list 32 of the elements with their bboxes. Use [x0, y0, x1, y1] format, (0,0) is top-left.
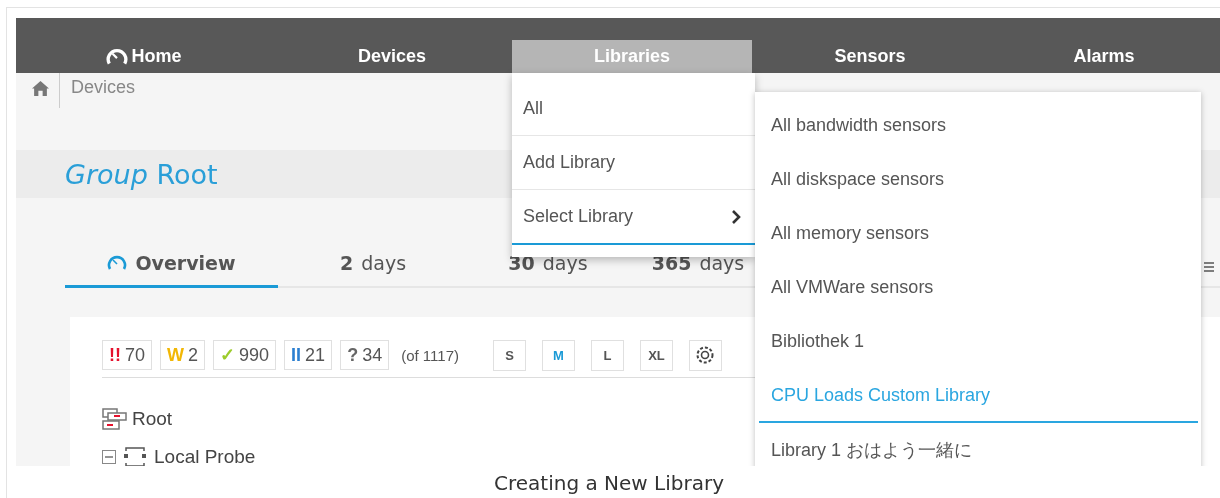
nav-tab[interactable]: Home	[16, 40, 272, 73]
group-icon	[102, 408, 128, 430]
size-button[interactable]: L	[591, 339, 624, 371]
caption: Creating a New Library	[493, 471, 725, 495]
status-count-button[interactable]: ✓ 990	[213, 340, 277, 370]
size-button[interactable]: S	[493, 339, 526, 371]
home-icon[interactable]	[32, 81, 49, 96]
menu-item[interactable]: Library 1 おはよう一緒に	[759, 423, 1198, 466]
settings-button[interactable]	[689, 339, 722, 371]
tree-node[interactable]: Root	[132, 408, 173, 430]
total-count: (of 1117)	[401, 346, 459, 364]
nav-tab[interactable]: Sensors	[752, 40, 988, 73]
status-count-button[interactable]: II 21	[284, 340, 333, 370]
menu-item[interactable]: All VMWare sensors	[759, 261, 1198, 315]
size-button[interactable]: XL	[640, 339, 673, 371]
probe-icon	[122, 446, 148, 466]
menu-item[interactable]: All memory sensors	[759, 207, 1198, 261]
tree-node[interactable]: Local Probe	[154, 446, 256, 466]
menu-item[interactable]: All diskspace sensors	[759, 153, 1198, 207]
page-title: Group Root	[65, 158, 218, 190]
gear-icon	[695, 345, 716, 365]
tab[interactable]: Overview	[65, 241, 278, 288]
sliders-icon[interactable]	[1204, 260, 1214, 274]
nav-tab[interactable]: Alarms	[988, 40, 1220, 73]
status-count-button[interactable]: !! 70	[102, 340, 153, 370]
menu-item[interactable]: Bibliothek 1	[759, 315, 1198, 369]
nav-tab[interactable]: Devices	[272, 40, 512, 73]
collapse-icon[interactable]	[102, 450, 116, 464]
menu-item[interactable]: All bandwidth sensors	[759, 99, 1198, 153]
status-count-button[interactable]: W 2	[160, 340, 206, 370]
tab[interactable]: 2 days	[278, 241, 468, 288]
status-count-button[interactable]: ? 34	[340, 340, 390, 370]
